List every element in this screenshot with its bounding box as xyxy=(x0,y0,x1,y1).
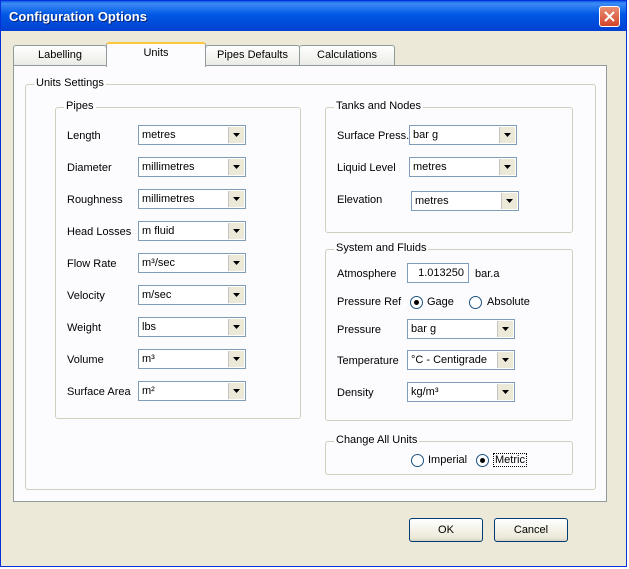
units-settings-legend: Units Settings xyxy=(34,77,106,89)
tab-label: Pipes Defaults xyxy=(217,49,288,61)
pressure-value: bar g xyxy=(411,323,437,335)
chevron-down-icon[interactable] xyxy=(228,255,244,271)
surface-press-value: bar g xyxy=(413,129,439,141)
roughness-value: millimetres xyxy=(142,193,195,205)
diameter-value: millimetres xyxy=(142,161,195,173)
chevron-down-icon[interactable] xyxy=(501,193,517,209)
tab-calculations[interactable]: Calculations xyxy=(299,45,395,65)
chevron-down-icon[interactable] xyxy=(228,159,244,175)
metric-radio[interactable] xyxy=(476,454,489,467)
velocity-label: Velocity xyxy=(67,290,105,302)
surface-press-select[interactable]: bar g xyxy=(409,125,517,145)
elevation-label: Elevation xyxy=(337,194,383,206)
window-title: Configuration Options xyxy=(9,9,147,24)
gage-radio[interactable] xyxy=(410,296,423,309)
temperature-select[interactable]: °C - Centigrade xyxy=(407,350,515,370)
temperature-value: °C - Centigrade xyxy=(411,354,487,366)
dialog-window: Configuration Options Labelling Units Pi… xyxy=(0,0,627,567)
tab-label: Labelling xyxy=(37,49,83,61)
absolute-radio[interactable] xyxy=(469,296,482,309)
chevron-down-icon[interactable] xyxy=(228,223,244,239)
elevation-value: metres xyxy=(415,195,449,207)
length-select[interactable]: metres xyxy=(138,125,246,145)
liquid-level-value: metres xyxy=(413,161,447,173)
chevron-down-icon[interactable] xyxy=(497,384,513,400)
atmosphere-unit: bar.a xyxy=(475,268,500,280)
pressure-ref-label: Pressure Ref xyxy=(337,296,402,308)
radio-selected-dot xyxy=(480,458,485,463)
chevron-down-icon[interactable] xyxy=(497,352,513,368)
surface-press-label: Surface Press. xyxy=(337,130,410,142)
cancel-button[interactable]: Cancel xyxy=(494,518,568,542)
head-losses-label: Head Losses xyxy=(67,226,132,238)
density-select[interactable]: kg/m³ xyxy=(407,382,515,402)
pressure-label: Pressure xyxy=(337,324,382,336)
imperial-label[interactable]: Imperial xyxy=(428,454,467,466)
elevation-select[interactable]: metres xyxy=(411,191,519,211)
chevron-down-icon[interactable] xyxy=(228,351,244,367)
roughness-label: Roughness xyxy=(67,194,123,206)
weight-value: lbs xyxy=(142,321,157,333)
flow-rate-label: Flow Rate xyxy=(67,258,117,270)
metric-label[interactable]: Metric xyxy=(493,453,527,467)
liquid-level-select[interactable]: metres xyxy=(409,157,517,177)
cancel-label: Cancel xyxy=(513,524,549,536)
flow-rate-value: m³/sec xyxy=(142,257,175,269)
roughness-select[interactable]: millimetres xyxy=(138,189,246,209)
pipes-legend: Pipes xyxy=(64,100,96,112)
weight-label: Weight xyxy=(67,322,102,334)
imperial-radio[interactable] xyxy=(411,454,424,467)
volume-value: m³ xyxy=(142,353,155,365)
head-losses-value: m fluid xyxy=(142,225,175,237)
pressure-select[interactable]: bar g xyxy=(407,319,515,339)
title-bar[interactable]: Configuration Options xyxy=(1,1,626,31)
diameter-label: Diameter xyxy=(67,162,112,174)
tanks-nodes-legend: Tanks and Nodes xyxy=(334,100,423,112)
chevron-down-icon[interactable] xyxy=(228,383,244,399)
diameter-select[interactable]: millimetres xyxy=(138,157,246,177)
length-value: metres xyxy=(142,129,176,141)
chevron-down-icon[interactable] xyxy=(228,319,244,335)
head-losses-select[interactable]: m fluid xyxy=(138,221,246,241)
radio-selected-dot xyxy=(414,300,419,305)
chevron-down-icon[interactable] xyxy=(499,127,515,143)
tab-label: Units xyxy=(143,47,169,59)
ok-button[interactable]: OK xyxy=(409,518,483,542)
tab-units[interactable]: Units xyxy=(106,42,206,67)
change-all-units-legend: Change All Units xyxy=(334,434,420,446)
surface-area-label: Surface Area xyxy=(67,386,131,398)
gage-label[interactable]: Gage xyxy=(427,296,454,308)
surface-area-value: m² xyxy=(142,385,155,397)
chevron-down-icon[interactable] xyxy=(228,287,244,303)
liquid-level-label: Liquid Level xyxy=(337,162,396,174)
tab-pipes-defaults[interactable]: Pipes Defaults xyxy=(205,45,300,65)
chevron-down-icon[interactable] xyxy=(228,191,244,207)
tab-labelling[interactable]: Labelling xyxy=(13,45,107,65)
velocity-value: m/sec xyxy=(142,289,172,301)
atmosphere-input[interactable]: 1.013250 xyxy=(407,263,469,283)
absolute-label[interactable]: Absolute xyxy=(487,296,530,308)
close-button[interactable] xyxy=(599,6,620,27)
ok-label: OK xyxy=(438,524,454,536)
temperature-label: Temperature xyxy=(337,355,399,367)
surface-area-select[interactable]: m² xyxy=(138,381,246,401)
volume-label: Volume xyxy=(67,354,104,366)
length-label: Length xyxy=(67,130,101,142)
chevron-down-icon[interactable] xyxy=(228,127,244,143)
volume-select[interactable]: m³ xyxy=(138,349,246,369)
velocity-select[interactable]: m/sec xyxy=(138,285,246,305)
weight-select[interactable]: lbs xyxy=(138,317,246,337)
units-tab-panel: Units Settings Pipes Length metres Diame… xyxy=(13,65,607,502)
atmosphere-value: 1.013250 xyxy=(418,267,464,279)
density-label: Density xyxy=(337,387,374,399)
density-value: kg/m³ xyxy=(411,386,439,398)
close-icon xyxy=(604,11,615,22)
tab-label: Calculations xyxy=(317,49,377,61)
chevron-down-icon[interactable] xyxy=(499,159,515,175)
chevron-down-icon[interactable] xyxy=(497,321,513,337)
system-fluids-legend: System and Fluids xyxy=(334,242,429,254)
flow-rate-select[interactable]: m³/sec xyxy=(138,253,246,273)
atmosphere-label: Atmosphere xyxy=(337,268,397,280)
